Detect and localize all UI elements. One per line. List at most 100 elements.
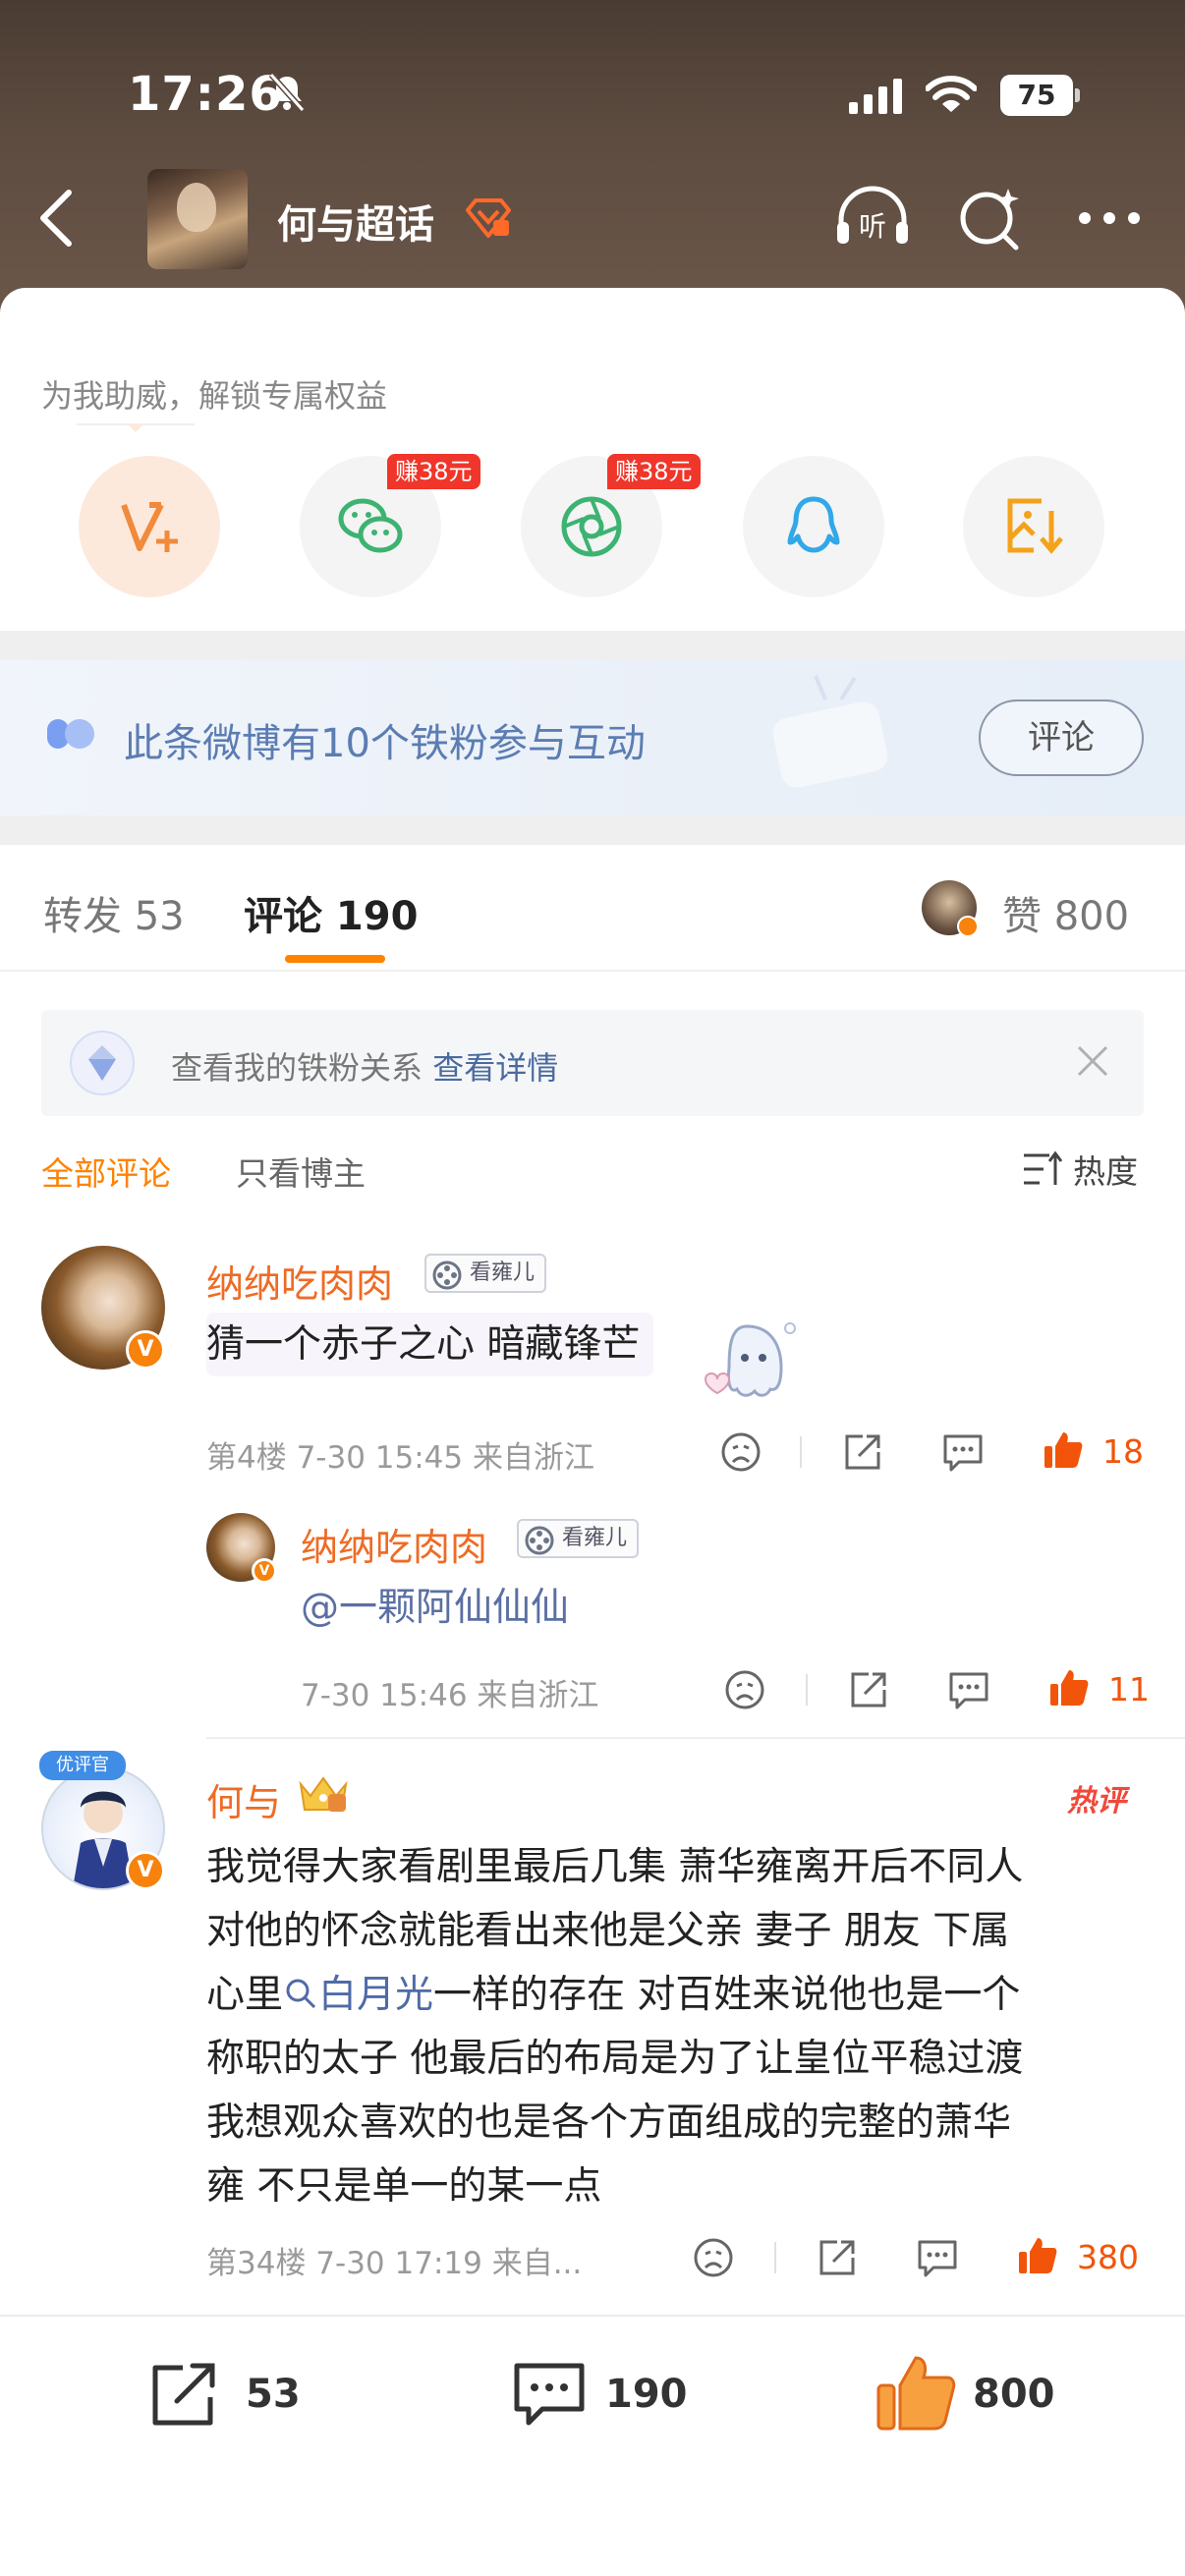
fan-badge-label: 看雍儿 — [562, 1526, 628, 1550]
comment-username[interactable]: 何与 — [206, 1772, 281, 1826]
dislike-icon[interactable] — [723, 1668, 766, 1711]
comment-line: 心里 白月光一样的存在 对百姓来说他也是一个 — [206, 1963, 1023, 2027]
moments-icon — [561, 496, 622, 557]
comment-meta: 第4楼 7-30 15:45 来自浙江 — [206, 1440, 594, 1476]
wechat-icon — [338, 498, 403, 553]
action-separator — [800, 1436, 802, 1468]
sort-icon[interactable] — [1022, 1149, 1063, 1189]
fans-interaction-banner: 此条微博有10个铁粉参与互动 评论 — [0, 660, 1185, 815]
fan-relation-bar[interactable]: 查看我的铁粉关系 查看详情 — [41, 1010, 1144, 1116]
comment-icon[interactable] — [947, 1668, 990, 1711]
fan-badge-label: 看雍儿 — [470, 1260, 536, 1285]
fan-badge[interactable]: 看雍儿 — [424, 1254, 547, 1293]
tab-repost[interactable]: 转发 53 — [43, 884, 185, 941]
verified-badge: V — [126, 1851, 165, 1890]
vplus-icon — [121, 502, 178, 552]
save-image-button[interactable] — [963, 456, 1104, 597]
comment-icon[interactable] — [511, 2360, 588, 2431]
filter-all-comments[interactable]: 全部评论 — [41, 1148, 171, 1195]
like-icon[interactable] — [875, 2352, 957, 2435]
comment-line-prefix: 心里 — [206, 1973, 284, 2017]
active-tab-indicator — [285, 955, 385, 963]
verified-badge: V — [126, 1330, 165, 1370]
bottom-action-bar: 53 190 800 — [0, 2315, 1185, 2576]
dislike-icon[interactable] — [719, 1430, 762, 1474]
film-reel-icon — [525, 1526, 554, 1555]
tab-comment[interactable]: 评论 190 — [244, 884, 418, 941]
fan-badge[interactable]: 看雍儿 — [517, 1519, 640, 1558]
qq-share-button[interactable] — [743, 456, 884, 597]
share-icon[interactable] — [841, 1430, 884, 1474]
crown-badge-icon — [299, 1776, 348, 1812]
search-topic-link[interactable]: 白月光 — [283, 1973, 433, 2017]
comment-icon[interactable] — [916, 2236, 959, 2279]
search-small-icon — [286, 1979, 316, 2009]
listen-icon[interactable]: 听 — [831, 183, 914, 253]
filter-author-only[interactable]: 只看博主 — [236, 1148, 366, 1195]
comment-meta: 第34楼 7-30 17:19 来自... — [206, 2246, 583, 2281]
comment-text: 猜一个赤子之心 暗藏锋芒 — [206, 1313, 654, 1376]
save-image-icon — [1007, 498, 1063, 554]
more-icon[interactable] — [1075, 196, 1144, 240]
reply-text[interactable]: @一颗阿仙仙仙 — [301, 1576, 569, 1640]
super-topic-badge-icon — [466, 198, 511, 238]
comment-line: 对他的怀念就能看出来他是父亲 妻子 朋友 下属 — [206, 1909, 1010, 1953]
dislike-icon[interactable] — [692, 2236, 735, 2279]
detail-tabs: 转发 53 评论 190 赞 800 — [0, 845, 1185, 973]
verified-badge: V — [252, 1558, 277, 1584]
topic-title[interactable]: 何与超话 — [277, 193, 434, 250]
like-icon[interactable] — [1047, 1666, 1091, 1709]
close-icon[interactable] — [1073, 1041, 1112, 1081]
share-icon[interactable] — [847, 1668, 890, 1711]
like-count: 11 — [1108, 1670, 1150, 1708]
comment-count[interactable]: 190 — [605, 2372, 688, 2417]
tv-decoration-icon — [772, 675, 888, 788]
view-details-link[interactable]: 查看详情 — [432, 1049, 558, 1087]
vplus-button[interactable] — [79, 456, 220, 597]
svg-text:听: 听 — [859, 210, 886, 243]
comment-username[interactable]: 纳纳吃肉肉 — [206, 1254, 393, 1308]
comment-line: 称职的太子 他最后的布局是为了让皇位平稳过渡 — [206, 2037, 1024, 2081]
section-divider — [0, 631, 1185, 660]
comment-line: 我想观众喜欢的也是各个方面组成的完整的萧华 — [206, 2100, 1012, 2145]
boost-caret — [77, 423, 195, 432]
film-reel-icon — [432, 1260, 462, 1290]
share-icon[interactable] — [816, 2236, 859, 2279]
you-tag: 优评官 — [39, 1751, 126, 1780]
search-icon[interactable] — [957, 187, 1022, 252]
action-separator — [806, 1674, 808, 1706]
boost-hint: 为我助威，解锁专属权益 — [41, 377, 388, 415]
topic-header: 17:26 75 何与超话 听 — [0, 0, 1185, 314]
fans-banner-text: 此条微博有10个铁粉参与互动 — [124, 721, 646, 766]
like-icon[interactable] — [1042, 1428, 1085, 1472]
fans-icon — [47, 719, 94, 749]
signal-icon — [849, 79, 902, 114]
back-icon[interactable] — [33, 187, 77, 250]
search-topic-text: 白月光 — [318, 1973, 434, 2017]
comment-divider — [206, 1737, 1185, 1739]
repost-icon[interactable] — [147, 2360, 224, 2431]
comment-line: 雍 不只是单一的某一点 — [206, 2164, 602, 2209]
topic-avatar[interactable] — [147, 169, 248, 269]
repost-count[interactable]: 53 — [246, 2372, 301, 2417]
comment-text: 我觉得大家看剧里最后几集 萧华雍离开后不同人 对他的怀念就能看出来他是父亲 妻子… — [206, 1835, 1023, 2218]
earn-tag-wechat: 赚38元 — [387, 454, 480, 489]
diamond-icon — [70, 1031, 135, 1095]
verified-badge — [957, 916, 979, 937]
like-icon[interactable] — [1016, 2234, 1059, 2277]
bell-muted-icon — [268, 73, 306, 112]
comment-icon[interactable] — [941, 1430, 985, 1474]
comment-line: 我觉得大家看剧里最后几集 萧华雍离开后不同人 — [206, 1845, 1024, 1889]
status-time: 17:26 — [128, 67, 283, 122]
action-separator — [774, 2242, 776, 2273]
fans-comment-button[interactable]: 评论 — [979, 700, 1144, 776]
like-count[interactable]: 800 — [973, 2372, 1055, 2417]
reply-meta: 7-30 15:46 来自浙江 — [301, 1678, 599, 1713]
reply-username[interactable]: 纳纳吃肉肉 — [301, 1517, 487, 1571]
ghost-sticker-icon — [704, 1322, 796, 1397]
tabs-divider — [0, 970, 1185, 972]
like-count: 380 — [1077, 2238, 1139, 2276]
tab-like[interactable]: 赞 800 — [1002, 884, 1129, 941]
qq-icon — [787, 496, 840, 553]
sort-label[interactable]: 热度 — [1073, 1146, 1138, 1193]
